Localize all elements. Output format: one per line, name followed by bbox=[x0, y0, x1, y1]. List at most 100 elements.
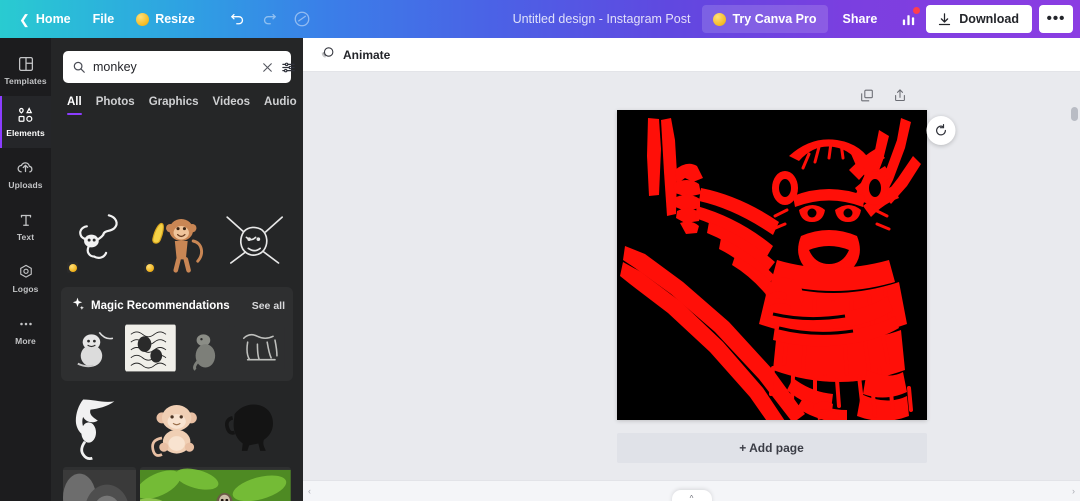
duplicate-page-button[interactable] bbox=[857, 85, 877, 105]
results-row-1 bbox=[51, 205, 303, 277]
sidebar-item-templates[interactable]: Templates bbox=[0, 44, 51, 96]
logos-icon bbox=[17, 262, 35, 281]
download-label: Download bbox=[959, 12, 1019, 26]
more-options-button[interactable]: ••• bbox=[1039, 5, 1073, 33]
more-icon bbox=[17, 314, 35, 333]
download-icon bbox=[939, 12, 951, 25]
add-page-button[interactable]: + Add page bbox=[616, 433, 927, 463]
search-icon bbox=[72, 60, 86, 74]
download-button[interactable]: Download bbox=[926, 5, 1032, 33]
notification-dot bbox=[913, 7, 921, 14]
sidebar-label-templates: Templates bbox=[4, 76, 47, 86]
scroll-left-arrow[interactable]: ‹ bbox=[308, 486, 311, 496]
editor-toolbar: Animate bbox=[303, 38, 1080, 72]
result-item[interactable] bbox=[140, 391, 213, 463]
shuffle-refresh-button[interactable] bbox=[926, 116, 955, 145]
redo-icon bbox=[264, 13, 277, 24]
chevron-up-icon: ^ bbox=[689, 493, 694, 501]
close-icon[interactable] bbox=[261, 61, 274, 74]
sparkle-icon bbox=[70, 296, 85, 316]
tab-all[interactable]: All bbox=[67, 96, 82, 115]
crown-icon bbox=[713, 12, 727, 26]
grey-sitting-monkey bbox=[179, 324, 231, 372]
horizontal-scrollbar[interactable]: ‹ › ^ bbox=[303, 480, 1080, 501]
pro-badge bbox=[144, 262, 156, 273]
left-rail: Templates Elements Uploads Text Logos Mo… bbox=[0, 38, 51, 501]
vertical-scrollbar-thumb[interactable] bbox=[1071, 107, 1078, 121]
result-item[interactable] bbox=[140, 205, 213, 277]
page-tools bbox=[857, 85, 910, 105]
top-toolbar-left: ❮ Home File Resize bbox=[0, 5, 318, 33]
file-label: File bbox=[92, 12, 115, 26]
try-canva-pro-button[interactable]: Try Canva Pro bbox=[702, 5, 828, 33]
tab-photos[interactable]: Photos bbox=[96, 96, 135, 115]
search-box[interactable] bbox=[63, 51, 295, 83]
result-item[interactable] bbox=[218, 391, 291, 463]
sidebar-label-logos: Logos bbox=[12, 284, 39, 294]
red-line-art-chimpanzee-on-branch bbox=[616, 110, 927, 420]
top-toolbar: ❮ Home File Resize Untitled design - Ins… bbox=[0, 0, 1080, 38]
design-page[interactable] bbox=[616, 110, 927, 420]
sidebar-label-uploads: Uploads bbox=[8, 180, 43, 190]
pencil-monkey-walking bbox=[234, 324, 285, 372]
filter-sliders-icon[interactable] bbox=[281, 60, 296, 75]
magic-thumbnails bbox=[70, 324, 285, 372]
magic-result-item[interactable] bbox=[124, 324, 176, 372]
undo-button[interactable] bbox=[222, 5, 254, 33]
share-label: Share bbox=[842, 12, 878, 26]
try-pro-label: Try Canva Pro bbox=[732, 12, 817, 26]
magic-result-item[interactable] bbox=[179, 324, 231, 372]
sidebar-item-elements[interactable]: Elements bbox=[0, 96, 51, 148]
cloud-sync-button[interactable] bbox=[286, 5, 318, 33]
result-item[interactable] bbox=[140, 467, 291, 501]
elements-panel: All Photos Graphics Videos Audio bbox=[51, 38, 303, 501]
add-page-label: + Add page bbox=[739, 441, 804, 455]
sidebar-item-uploads[interactable]: Uploads bbox=[0, 148, 51, 200]
templates-icon bbox=[17, 54, 35, 73]
sidebar-item-logos[interactable]: Logos bbox=[0, 252, 51, 304]
result-item[interactable] bbox=[63, 467, 137, 501]
undo-icon bbox=[231, 13, 244, 24]
result-item[interactable] bbox=[218, 205, 291, 277]
magic-title: Magic Recommendations bbox=[91, 300, 230, 312]
results-row-3 bbox=[51, 467, 303, 501]
tab-graphics[interactable]: Graphics bbox=[149, 96, 199, 115]
resize-button[interactable]: Resize bbox=[125, 5, 206, 33]
see-all-link[interactable]: See all bbox=[252, 300, 285, 312]
animate-button[interactable]: Animate bbox=[315, 42, 398, 68]
search-input[interactable] bbox=[93, 60, 254, 74]
search-results: Magic Recommendations See all bbox=[51, 143, 303, 501]
crown-icon bbox=[145, 263, 154, 272]
redo-button[interactable] bbox=[254, 5, 286, 33]
tab-audio[interactable]: Audio bbox=[264, 96, 297, 115]
cloud-sync-icon bbox=[294, 11, 310, 27]
sidebar-item-more[interactable]: More bbox=[0, 304, 51, 356]
search-area bbox=[51, 38, 303, 83]
magic-result-item[interactable] bbox=[234, 324, 285, 372]
text-icon bbox=[17, 210, 35, 229]
sidebar-label-text: Text bbox=[16, 232, 35, 242]
elements-icon bbox=[16, 106, 35, 125]
sketch-ape-on-branch bbox=[70, 324, 121, 372]
sidebar-item-text[interactable]: Text bbox=[0, 200, 51, 252]
insights-button[interactable] bbox=[892, 5, 924, 33]
share-page-button[interactable] bbox=[890, 85, 910, 105]
magic-header: Magic Recommendations See all bbox=[70, 296, 285, 316]
photo-chimpanzee-greyscale bbox=[63, 470, 137, 501]
sidebar-label-more: More bbox=[15, 336, 36, 346]
result-item[interactable] bbox=[63, 205, 136, 277]
document-title[interactable]: Untitled design - Instagram Post bbox=[503, 5, 701, 33]
vertical-scrollbar[interactable] bbox=[1070, 107, 1079, 499]
canva-editor-window: ❮ Home File Resize Untitled design - Ins… bbox=[0, 0, 1080, 501]
result-item[interactable] bbox=[63, 391, 136, 463]
home-button[interactable]: ❮ Home bbox=[8, 5, 82, 33]
uploads-icon bbox=[16, 158, 35, 177]
scroll-right-arrow[interactable]: › bbox=[1072, 486, 1075, 496]
file-menu-button[interactable]: File bbox=[82, 5, 126, 33]
share-button[interactable]: Share bbox=[830, 5, 891, 33]
expand-bottom-panel-button[interactable]: ^ bbox=[671, 490, 712, 501]
tab-videos[interactable]: Videos bbox=[213, 96, 251, 115]
refresh-shuffle-icon bbox=[935, 123, 946, 136]
magic-result-item[interactable] bbox=[70, 324, 121, 372]
beige-cartoon-monkey-sitting bbox=[151, 405, 198, 457]
